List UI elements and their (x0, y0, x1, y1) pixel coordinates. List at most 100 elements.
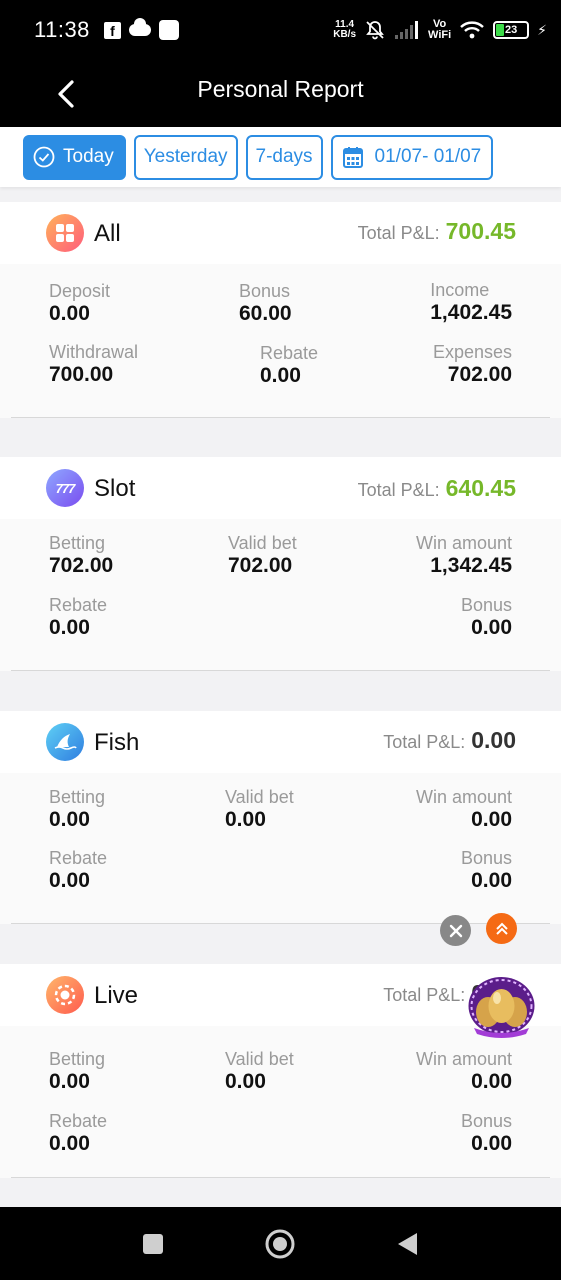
card-body: Betting 0.00 Valid bet 0.00 Win amount 0… (0, 1026, 561, 1178)
stat-value: 1,342.45 (430, 554, 512, 577)
filter-today-label: Today (63, 146, 114, 167)
close-icon (449, 924, 462, 937)
page-title: Personal Report (197, 76, 364, 102)
stat-rebate: Rebate 0.00 (49, 594, 107, 640)
stat-value: 700.00 (49, 363, 114, 386)
circle-home-icon (265, 1229, 295, 1259)
bell-muted-icon (366, 21, 384, 40)
divider (11, 670, 550, 671)
filter-yesterday-label: Yesterday (143, 146, 228, 167)
stat-label: Betting (49, 533, 106, 553)
stat-label: Bonus (460, 848, 512, 868)
scroll-to-top-button[interactable] (486, 913, 517, 944)
slot-777-icon: 777 (46, 469, 84, 507)
stat-value: 0.00 (471, 1070, 512, 1093)
battery-level: 23 (505, 24, 518, 36)
close-floating-button[interactable] (440, 915, 471, 946)
stat-value: 0.00 (49, 1070, 90, 1093)
filter-today[interactable]: Today (23, 134, 126, 180)
stat-value: 0.00 (471, 1132, 512, 1155)
network-speed-unit: KB/s (333, 29, 357, 40)
stat-label: Valid bet (228, 533, 297, 553)
stat-value: 0.00 (49, 808, 90, 831)
facebook-icon: f (103, 21, 121, 39)
total-pl-value: 700.45 (445, 218, 516, 244)
stat-label: Bonus (460, 595, 512, 615)
stat-value: 0.00 (471, 808, 512, 831)
home-button[interactable] (265, 1229, 295, 1259)
stat-label: Income (430, 280, 490, 300)
card-body: Betting 0.00 Valid bet 0.00 Win amount 0… (0, 773, 561, 924)
network-speed: 11.4 KB/s (333, 20, 356, 40)
stat-value: 60.00 (239, 302, 292, 325)
stat-value: 0.00 (49, 869, 90, 892)
stat-betting: Betting 702.00 (49, 532, 113, 578)
stat-bonus: Bonus 0.00 (461, 594, 512, 640)
filter-7-days[interactable]: 7-days (245, 134, 323, 180)
status-time: 11:38 (34, 17, 90, 42)
total-pl-label: Total P&L: (357, 480, 440, 500)
shark-fin-icon (46, 723, 84, 761)
stat-label: Bonus (239, 281, 291, 301)
stat-rebate: Rebate 0.00 (49, 847, 107, 893)
square-icon (143, 1234, 163, 1254)
stat-value: 0.00 (225, 808, 266, 831)
filter-7-days-label: 7-days (255, 146, 313, 167)
stat-deposit: Deposit 0.00 (49, 280, 110, 326)
stat-label: Expenses (432, 342, 512, 362)
stat-value: 0.00 (49, 616, 90, 639)
report-card-fish: Fish Total P&L: 0.00 Betting 0.00 Valid … (0, 711, 561, 924)
stat-label: Betting (49, 787, 106, 807)
stat-win-amount: Win amount 1,342.45 (416, 532, 512, 578)
stat-betting: Betting 0.00 (49, 786, 105, 832)
back-nav-button[interactable] (392, 1229, 422, 1259)
stat-label: Win amount (415, 1049, 512, 1069)
system-navigation-bar (0, 1207, 561, 1280)
vowifi-line2: WiFi (428, 29, 452, 41)
total-pl-label: Total P&L: (357, 223, 440, 243)
stat-label: Withdrawal (49, 342, 139, 362)
total-pl: Total P&L: 640.45 (358, 475, 516, 502)
report-card-slot: 777 Slot Total P&L: 640.45 Betting 702.0… (0, 457, 561, 671)
stat-label: Betting (49, 1049, 106, 1069)
status-bar: 11:38 f 11.4 KB/s Vo WiFi 23 ⚡ (0, 0, 561, 60)
promo-floating-badge[interactable] (466, 976, 537, 1040)
filter-yesterday[interactable]: Yesterday (133, 134, 238, 180)
total-pl: Total P&L: 700.45 (358, 218, 516, 245)
battery-fill (496, 24, 505, 36)
wifi-icon (460, 21, 484, 39)
stat-income: Income 1,402.45 (430, 279, 512, 325)
filter-date-range[interactable]: 01/07- 01/07 (330, 134, 494, 180)
cloud-icon (128, 18, 151, 36)
stat-label: Win amount (415, 533, 512, 553)
signal-icon (395, 21, 419, 39)
stat-value: 702.00 (447, 363, 512, 386)
stat-label: Bonus (460, 1111, 512, 1131)
card-body: Deposit 0.00 Bonus 60.00 Income 1,402.45… (0, 264, 561, 418)
divider (11, 1177, 550, 1178)
report-card-all: All Total P&L: 700.45 Deposit 0.00 Bonus… (0, 202, 561, 418)
stat-valid-bet: Valid bet 0.00 (225, 786, 294, 832)
card-header: Fish Total P&L: 0.00 (0, 711, 561, 773)
stat-value: 0.00 (471, 616, 512, 639)
stat-value: 702.00 (49, 554, 114, 577)
battery-icon: 23 (493, 21, 530, 39)
calendar-icon (342, 146, 363, 168)
stat-win-amount: Win amount 0.00 (416, 1048, 512, 1094)
stat-win-amount: Win amount 0.00 (416, 786, 512, 832)
stat-label: Rebate (49, 595, 108, 615)
app-notification-icon (158, 20, 179, 40)
stat-value: 0.00 (260, 364, 301, 387)
category-name: All (94, 220, 121, 247)
card-body: Betting 702.00 Valid bet 702.00 Win amou… (0, 519, 561, 671)
category-name: Live (94, 982, 139, 1009)
stat-expenses: Expenses 702.00 (433, 341, 512, 387)
notification-icons: f (103, 18, 179, 40)
recent-apps-button[interactable] (138, 1229, 168, 1259)
total-pl-label: Total P&L: (383, 985, 466, 1005)
double-chevron-up-icon (495, 922, 508, 935)
stat-label: Valid bet (225, 1049, 294, 1069)
stat-bonus: Bonus 0.00 (461, 1110, 512, 1156)
stat-value: 1,402.45 (430, 301, 512, 324)
card-header: 777 Slot Total P&L: 640.45 (0, 457, 561, 519)
